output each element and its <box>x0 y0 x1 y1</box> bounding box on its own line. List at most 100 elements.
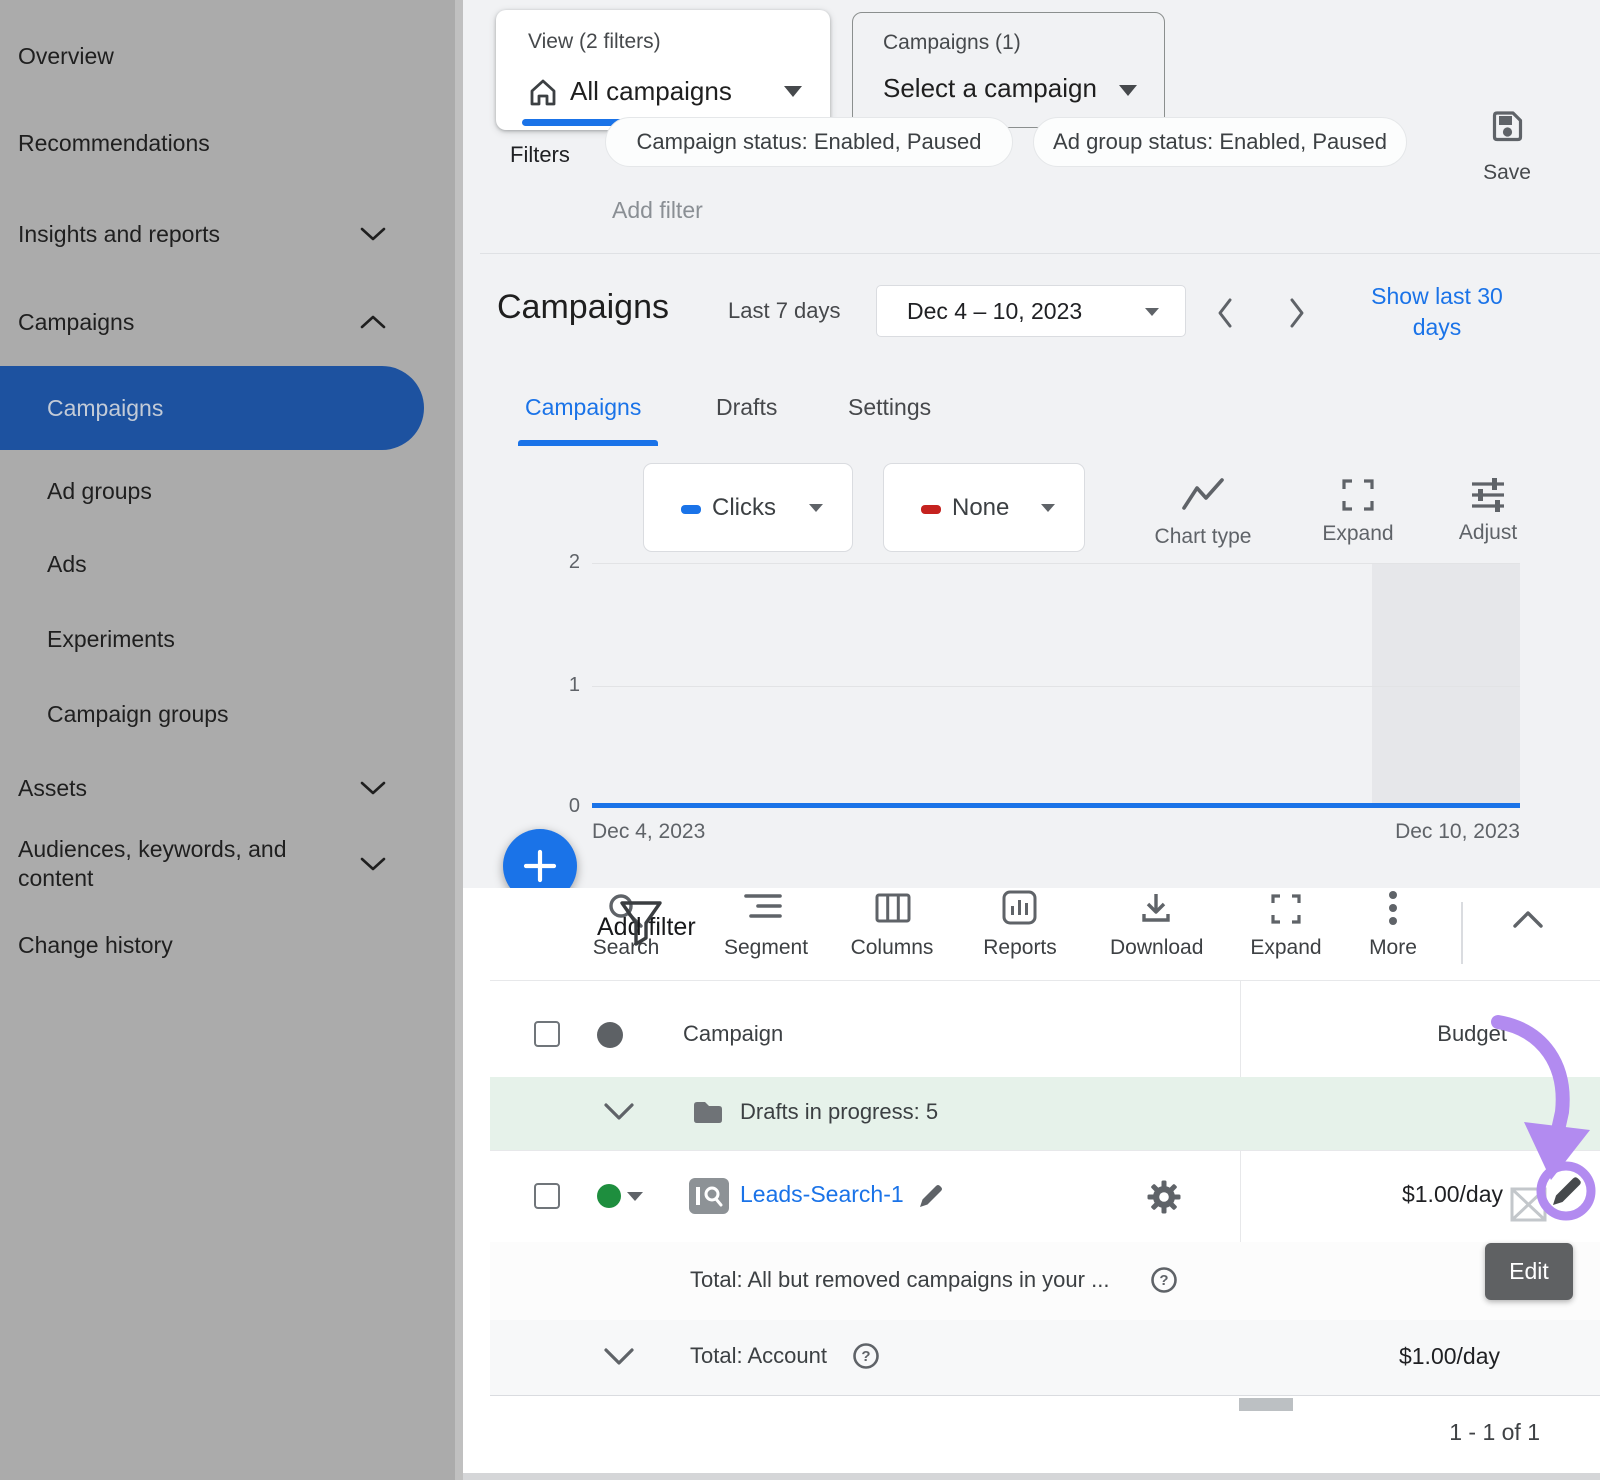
pagination-status: 1 - 1 of 1 <box>1400 1419 1540 1446</box>
row-checkbox[interactable] <box>534 1183 560 1209</box>
help-icon[interactable]: ? <box>852 1342 880 1370</box>
expand-icon <box>1269 892 1303 926</box>
x-axis-end-label: Dec 10, 2023 <box>1380 820 1520 844</box>
help-icon[interactable]: ? <box>1150 1266 1178 1294</box>
sidebar-item-campaigns-selected[interactable]: Campaigns <box>0 366 424 450</box>
campaign-selector[interactable]: Campaigns (1) Select a campaign <box>852 12 1165 128</box>
total-account-label: Total: Account <box>690 1343 827 1369</box>
save-button[interactable]: Save <box>1470 108 1544 185</box>
sidebar-item-experiments[interactable]: Experiments <box>47 624 175 654</box>
chart-expand-button[interactable]: Expand <box>1322 477 1394 546</box>
sidebar-item-campaigns[interactable]: Campaigns <box>18 307 134 337</box>
y-axis-tick-0: 0 <box>552 795 580 818</box>
sidebar-item-recommendations[interactable]: Recommendations <box>18 128 210 158</box>
sidebar: Overview Recommendations Insights and re… <box>0 0 455 1480</box>
chevron-down-icon[interactable] <box>603 1347 635 1367</box>
chart-type-icon <box>1180 476 1226 514</box>
campaign-name-link[interactable]: Leads-Search-1 <box>740 1181 904 1208</box>
edit-name-pencil-icon[interactable] <box>916 1181 946 1211</box>
date-range-shortcut: Last 7 days <box>728 298 841 324</box>
view-selector[interactable]: View (2 filters) All campaigns <box>496 10 830 130</box>
y-axis-tick-2: 2 <box>552 551 580 574</box>
table-border <box>490 1395 1600 1396</box>
dropdown-caret-icon <box>809 504 823 512</box>
column-header-budget[interactable]: Budget <box>1407 1021 1507 1047</box>
segment-icon <box>744 892 782 922</box>
column-header-campaign[interactable]: Campaign <box>683 1021 783 1047</box>
segment-label: Segment <box>724 936 802 960</box>
view-selector-value: All campaigns <box>570 76 732 107</box>
status-filter-dot[interactable] <box>597 1022 623 1048</box>
section-divider <box>480 253 1600 254</box>
expand-label: Expand <box>1322 522 1394 546</box>
save-label: Save <box>1470 161 1544 185</box>
sidebar-item-insights-and-reports[interactable]: Insights and reports <box>18 219 220 249</box>
folder-icon <box>691 1098 725 1126</box>
chevron-down-icon <box>360 857 386 871</box>
sidebar-item-overview[interactable]: Overview <box>18 41 114 71</box>
filter-chip-ad-group-status[interactable]: Ad group status: Enabled, Paused <box>1033 117 1407 167</box>
reports-label: Reports <box>982 936 1058 960</box>
collapse-chevron-up-icon[interactable] <box>1512 908 1544 930</box>
svg-text:?: ? <box>861 1348 870 1365</box>
drafts-group-row[interactable] <box>490 1077 1600 1150</box>
sidebar-item-ad-groups[interactable]: Ad groups <box>47 476 152 506</box>
next-period-button[interactable] <box>1286 296 1308 330</box>
search-campaign-type-icon <box>688 1177 730 1215</box>
select-all-checkbox[interactable] <box>534 1021 560 1047</box>
gridline <box>592 686 1520 687</box>
chevron-down-icon[interactable] <box>603 1102 635 1122</box>
chart-type-button[interactable]: Chart type <box>1148 476 1258 549</box>
view-selector-title: View (2 filters) <box>528 30 661 54</box>
campaign-settings-gear-icon[interactable] <box>1146 1179 1182 1215</box>
campaign-status-enabled-dot[interactable] <box>597 1184 621 1208</box>
gridline <box>592 563 1520 564</box>
reports-button[interactable]: Reports <box>982 890 1058 931</box>
reports-icon <box>1002 890 1038 926</box>
date-range-value: Dec 4 – 10, 2023 <box>907 298 1082 325</box>
primary-metric-dropdown[interactable]: Clicks <box>643 463 853 552</box>
table-expand-button[interactable]: Expand <box>1250 892 1322 931</box>
add-filter-button[interactable]: Add filter <box>612 197 703 224</box>
expand-label: Expand <box>1250 936 1322 960</box>
page-title: Campaigns <box>497 288 669 327</box>
segment-button[interactable]: Segment <box>724 892 802 927</box>
show-last-30-days-link[interactable]: Show last 30 days <box>1352 281 1522 343</box>
chart-adjust-button[interactable]: Adjust <box>1452 476 1524 545</box>
table-border <box>490 980 1600 981</box>
columns-button[interactable]: Columns <box>850 892 934 929</box>
adjust-sliders-icon <box>1468 476 1508 514</box>
download-label: Download <box>1110 936 1202 960</box>
chart-type-label: Chart type <box>1148 525 1258 549</box>
sidebar-item-assets[interactable]: Assets <box>18 773 87 803</box>
sidebar-item-change-history[interactable]: Change history <box>18 930 173 960</box>
expand-icon <box>1340 477 1376 513</box>
download-button[interactable]: Download <box>1110 890 1202 931</box>
y-axis-tick-1: 1 <box>552 674 580 697</box>
more-button[interactable]: More <box>1362 890 1424 933</box>
tab-settings[interactable]: Settings <box>848 394 931 421</box>
campaign-budget-value: $1.00/day <box>1363 1181 1503 1208</box>
status-caret-icon[interactable] <box>627 1192 643 1201</box>
secondary-metric-dropdown[interactable]: None <box>883 463 1085 552</box>
tab-drafts[interactable]: Drafts <box>716 394 777 421</box>
previous-period-button[interactable] <box>1214 296 1236 330</box>
date-range-picker[interactable]: Dec 4 – 10, 2023 <box>876 285 1186 337</box>
more-label: More <box>1362 936 1424 960</box>
tab-campaigns[interactable]: Campaigns <box>525 394 641 421</box>
sidebar-item-audiences-keywords-content[interactable]: Audiences, keywords, and content <box>18 835 318 893</box>
dropdown-caret-icon <box>1145 308 1159 316</box>
filter-chip-campaign-status[interactable]: Campaign status: Enabled, Paused <box>605 117 1013 167</box>
performance-chart[interactable] <box>592 563 1520 807</box>
sidebar-item-ads[interactable]: Ads <box>47 549 87 579</box>
dropdown-caret-icon <box>1041 504 1055 512</box>
edit-budget-pencil-icon[interactable] <box>1548 1172 1586 1210</box>
edit-tooltip-label: Edit <box>1509 1258 1549 1285</box>
bottom-edge <box>463 1473 1600 1480</box>
horizontal-scrollbar-thumb[interactable] <box>1239 1398 1293 1411</box>
sidebar-item-campaign-groups[interactable]: Campaign groups <box>47 699 229 729</box>
primary-metric-label: Clicks <box>712 494 776 522</box>
download-icon <box>1138 890 1174 926</box>
save-icon <box>1489 108 1526 146</box>
plus-icon <box>521 847 559 885</box>
